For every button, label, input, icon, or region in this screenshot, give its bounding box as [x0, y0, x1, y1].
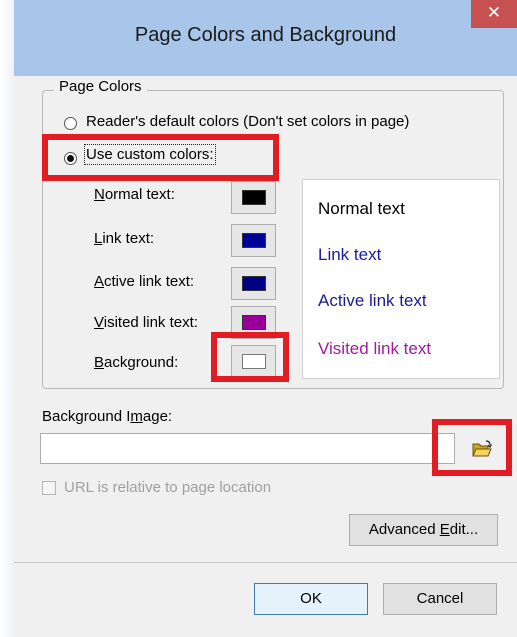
link-text-swatch	[242, 233, 266, 248]
preview-normal-text: Normal text	[318, 199, 405, 218]
active-link-text-label: Active link text:	[94, 273, 195, 290]
close-icon: ✕	[486, 3, 502, 22]
active-link-text-swatch	[242, 276, 266, 291]
background-image-input[interactable]	[40, 433, 455, 464]
relative-url-label: URL is relative to page location	[64, 479, 272, 496]
normal-text-label: Normal text:	[94, 186, 175, 203]
separator	[14, 562, 517, 563]
normal-text-swatch	[242, 190, 266, 205]
cancel-button[interactable]: Cancel	[383, 583, 497, 615]
dialog-title: Page Colors and Background	[134, 24, 397, 46]
annotation-highlight-custom	[42, 134, 279, 181]
close-button[interactable]: ✕	[471, 0, 517, 28]
radio-default-colors-label[interactable]: Reader's default colors (Don't set color…	[86, 113, 409, 130]
normal-text-color-button[interactable]	[231, 181, 276, 214]
visited-link-text-swatch	[242, 315, 266, 330]
background-strip	[0, 0, 14, 637]
link-text-label: Link text:	[94, 230, 155, 247]
background-label: Background:	[94, 354, 179, 371]
preview-active-link-text: Active link text	[318, 291, 427, 310]
annotation-highlight-background	[211, 332, 289, 382]
page-colors-group-label: Page Colors	[54, 78, 147, 95]
radio-default-colors[interactable]	[64, 117, 77, 130]
preview-visited-link-text: Visited link text	[318, 339, 432, 358]
advanced-edit-button[interactable]: Advanced Edit...	[349, 514, 498, 546]
background-image-label: Background Image:	[42, 408, 173, 425]
relative-url-checkbox[interactable]	[42, 481, 56, 495]
visited-link-text-label: Visited link text:	[94, 314, 198, 331]
active-link-text-color-button[interactable]	[231, 267, 276, 300]
link-text-color-button[interactable]	[231, 224, 276, 257]
annotation-highlight-browse	[432, 419, 512, 476]
preview-link-text: Link text	[318, 245, 382, 264]
ok-button[interactable]: OK	[254, 583, 368, 615]
